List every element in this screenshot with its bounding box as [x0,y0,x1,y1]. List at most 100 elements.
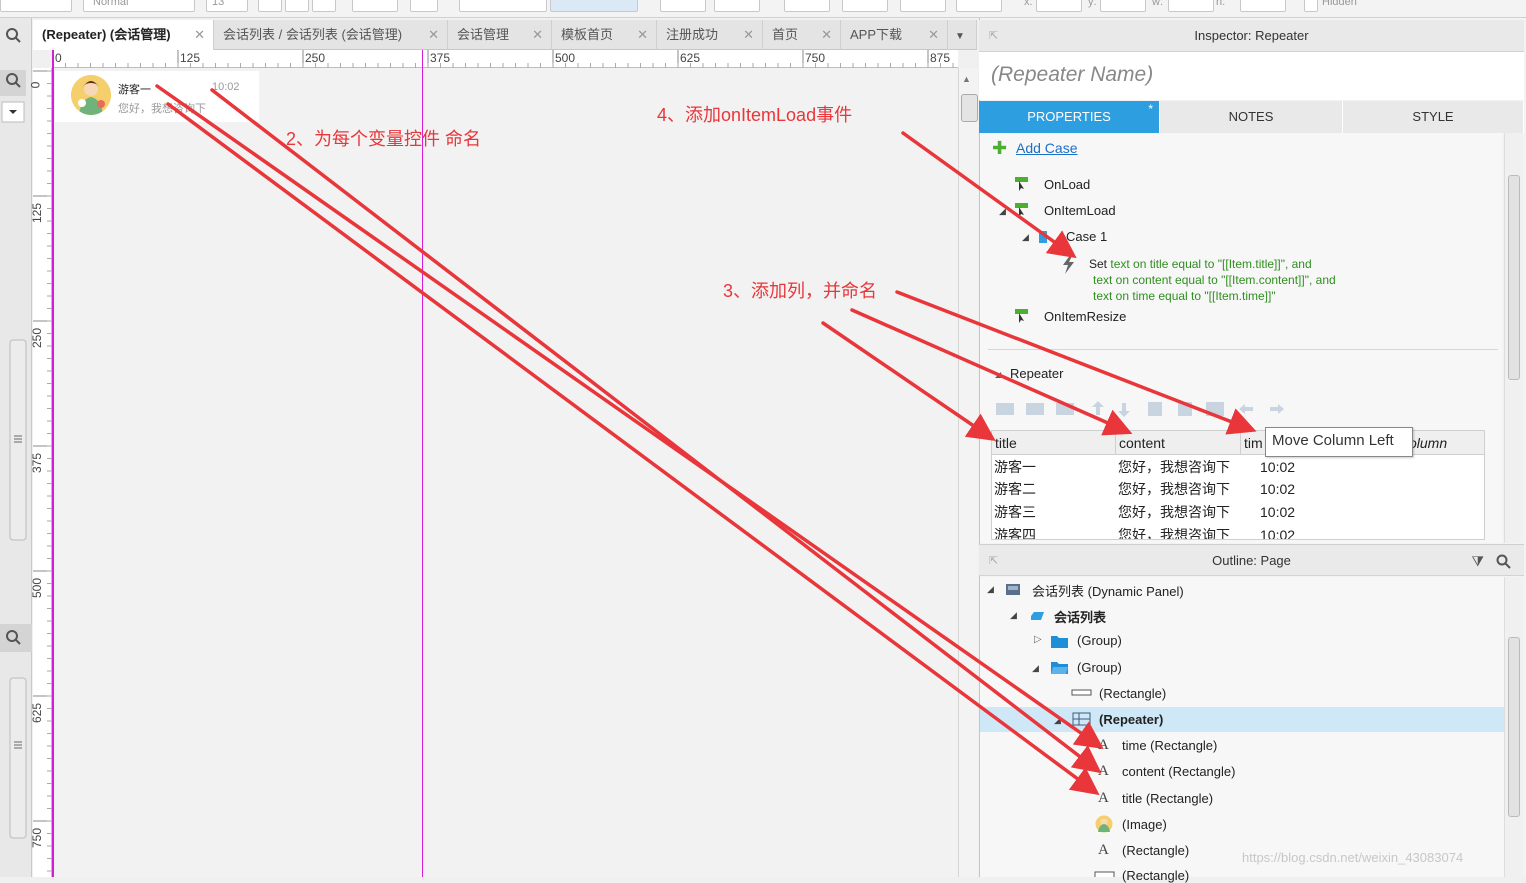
tab-label: APP下载 [850,27,903,42]
close-icon[interactable]: ✕ [532,20,543,50]
tab-overflow-button[interactable]: ▼ [948,20,977,50]
line-style-button[interactable] [900,0,946,12]
h-label: h: [1216,0,1226,8]
w-input[interactable] [1168,0,1214,12]
close-icon[interactable]: ✕ [743,20,754,50]
grid-cell[interactable]: 您好，我想咨询下 [1118,456,1230,478]
tab-properties[interactable]: PROPERTIES * [979,101,1160,133]
add-icon[interactable]: ✚ [992,138,1007,159]
collapse-icon[interactable]: ◢ [999,206,1006,217]
collapse-icon[interactable]: ◢ [1032,663,1039,674]
outline-item[interactable]: content (Rectangle) [1122,764,1235,779]
underline-button[interactable] [312,0,336,12]
tab-register-success[interactable]: 注册成功 ✕ [657,20,763,50]
event-onload[interactable]: OnLoad [1044,177,1090,192]
horizontal-ruler: 0 125 250 375 500 625 750 875 [52,50,958,68]
grid-cell[interactable]: 您好，我想咨询下 [1118,524,1230,539]
align-left-button[interactable] [459,0,547,12]
tab-template-home[interactable]: 模板首页 ✕ [552,20,657,50]
grid-cell[interactable]: 您好，我想咨询下 [1118,501,1230,523]
scroll-thumb[interactable] [1508,637,1520,817]
rectangle-icon [1071,689,1092,696]
tab-app-download[interactable]: APP下载 ✕ [841,20,948,50]
outline-scrollbar[interactable] [1504,577,1523,877]
grid-cell[interactable]: 游客四 [994,524,1036,539]
collapse-icon[interactable]: ◢ [1054,715,1061,726]
list-button[interactable] [410,0,438,12]
tab-notes[interactable]: NOTES [1160,101,1343,133]
grid-cell[interactable]: 您好，我想咨询下 [1118,478,1230,500]
tab-session-list[interactable]: 会话列表 / 会话列表 (会话管理) ✕ [214,20,448,50]
outline-item[interactable]: (Rectangle) [1122,868,1189,883]
outline-item[interactable]: time (Rectangle) [1122,738,1217,753]
grid-cell[interactable]: 10:02 [1260,524,1295,539]
grid-cell[interactable]: 游客二 [994,478,1036,500]
toolbar-dropdown[interactable] [0,0,72,12]
add-case-link[interactable]: Add Case [1016,140,1077,156]
case-action[interactable]: Set text on title equal to "[[Item.title… [1089,256,1336,304]
hidden-checkbox[interactable] [1304,0,1318,12]
outline-item[interactable]: (Rectangle) [1099,686,1166,701]
tab-home[interactable]: 首页 ✕ [763,20,841,50]
scroll-up-icon[interactable]: ▲ [962,74,971,84]
column-header-content[interactable]: content [1116,431,1241,455]
pin-icon[interactable]: ⇱ [989,20,998,52]
guide-line[interactable] [52,50,54,877]
align-center-button[interactable] [550,0,638,12]
outline-item[interactable]: (Group) [1077,633,1122,648]
fill-color-button[interactable] [660,0,706,12]
grid-cell[interactable]: 10:02 [1260,501,1295,523]
tab-session-manage[interactable]: 会话管理 ✕ [448,20,552,50]
scroll-thumb[interactable] [1508,175,1520,380]
line-width-button[interactable] [842,0,888,12]
scroll-thumb[interactable] [961,94,978,122]
close-icon[interactable]: ✕ [928,20,939,50]
arrow-style-button[interactable] [956,0,1002,12]
close-icon[interactable]: ✕ [821,20,832,50]
expand-icon[interactable]: ▷ [1034,634,1042,645]
outline-item[interactable]: (Group) [1077,660,1122,675]
grid-cell[interactable]: 10:02 [1260,478,1295,500]
event-onitemresize[interactable]: OnItemResize [1044,309,1126,324]
tab-repeater[interactable]: (Repeater) (会话管理) ✕ [33,20,214,50]
canvas-scrollbar[interactable]: ▲ [958,68,978,877]
close-icon[interactable]: ✕ [428,20,439,50]
outline-item[interactable]: 会话列表 (Dynamic Panel) [1032,581,1184,600]
outline-item[interactable]: (Image) [1122,817,1167,832]
close-icon[interactable]: ✕ [194,20,205,50]
column-header-title[interactable]: title [992,431,1116,455]
y-input[interactable] [1100,0,1146,12]
outline-item[interactable]: (Rectangle) [1122,843,1189,858]
collapse-icon[interactable]: ◢ [987,584,994,595]
search-icon[interactable] [6,28,21,43]
italic-button[interactable] [285,0,309,12]
properties-scrollbar[interactable] [1504,133,1523,543]
line-color-button[interactable] [784,0,830,12]
x-input[interactable] [1036,0,1082,12]
shadow-button[interactable] [714,0,760,12]
font-color-button[interactable] [352,0,398,12]
guide-line[interactable] [422,50,423,877]
grid-cell[interactable]: 游客一 [994,456,1036,478]
outline-item[interactable]: (Repeater) [1099,712,1163,727]
avatar[interactable] [71,75,111,115]
tab-style[interactable]: STYLE [1343,101,1524,133]
design-canvas[interactable] [52,68,958,877]
collapse-icon[interactable]: ◢ [995,370,1001,379]
case-1[interactable]: Case 1 [1066,229,1107,244]
collapse-icon[interactable]: ◢ [1022,232,1029,243]
grid-cell[interactable]: 游客三 [994,501,1036,523]
event-onitemload[interactable]: OnItemLoad [1044,203,1116,218]
pin-icon[interactable]: ⇱ [989,545,998,577]
close-icon[interactable]: ✕ [637,20,648,50]
repeater-name-input[interactable]: (Repeater Name) [979,52,1524,100]
collapse-icon[interactable]: ◢ [1010,610,1017,621]
grid-cell[interactable]: 10:02 [1260,456,1295,478]
bold-button[interactable] [258,0,282,12]
outline-item[interactable]: 会话列表 [1054,607,1106,626]
outline-item[interactable]: title (Rectangle) [1122,791,1213,806]
h-input[interactable] [1240,0,1286,12]
y-label: y: [1088,0,1097,8]
search-icon[interactable] [1496,545,1512,577]
filter-icon[interactable]: ⧩ [1472,545,1485,577]
